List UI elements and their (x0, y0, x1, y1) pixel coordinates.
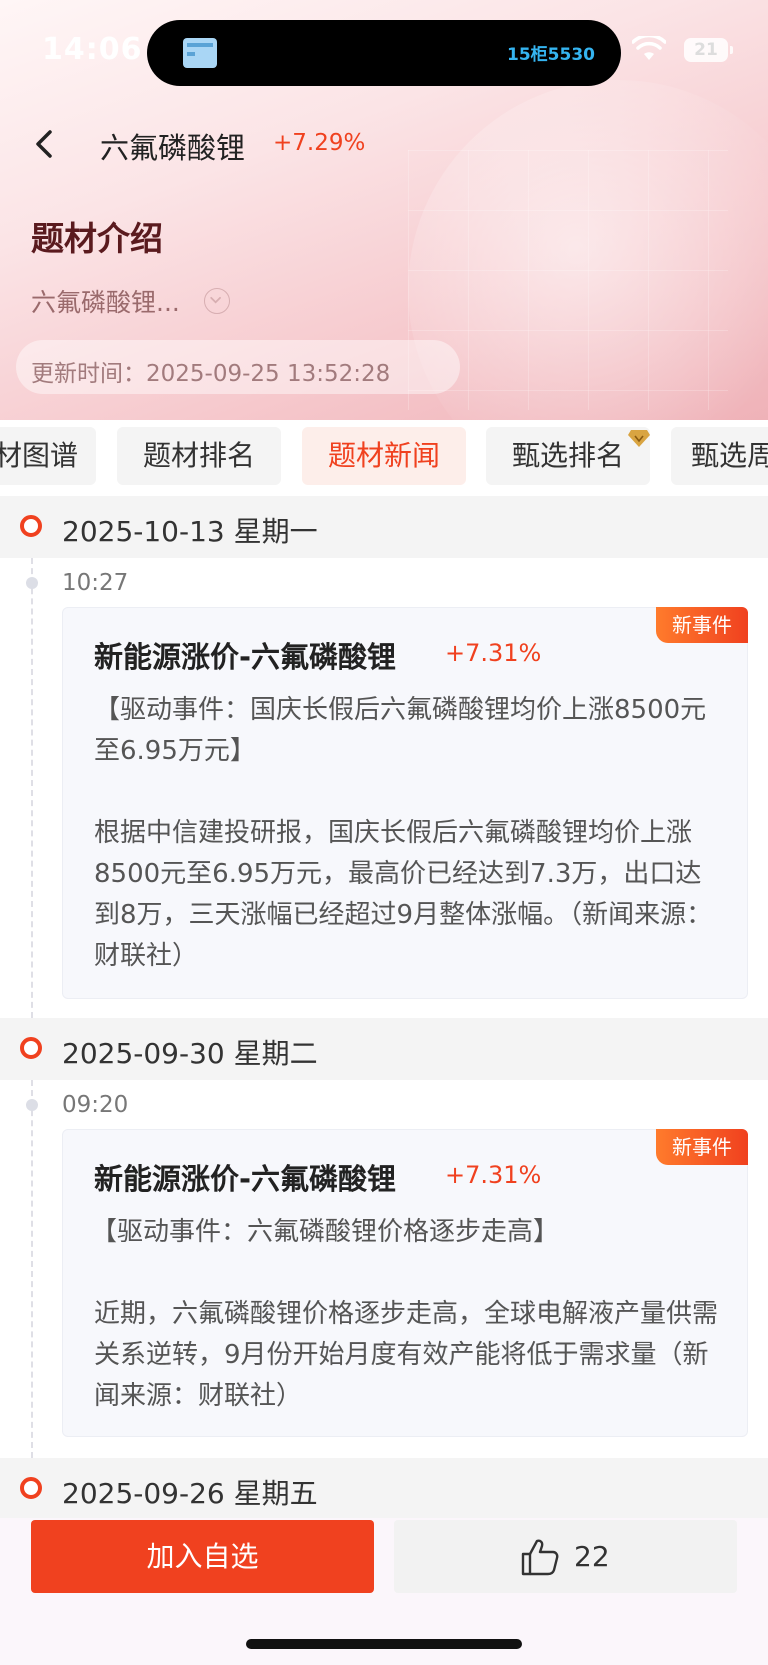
add-to-watchlist-button[interactable]: 加入自选 (31, 1520, 374, 1593)
tab-bar: 题材图谱 题材排名 题材新闻 甄选排名 甄选周 (0, 420, 768, 502)
date-header: 2025-09-30 星期二 (0, 1018, 768, 1080)
news-content: 近期，六氟磷酸锂价格逐步走高，全球电解液产量供需关系逆转，9月份开始月度有效产能… (94, 1299, 719, 1411)
new-event-badge: 新事件 (656, 1129, 748, 1165)
section-title: 题材介绍 (31, 219, 163, 258)
battery-icon: 21 (684, 38, 733, 62)
intro-summary[interactable]: 六氟磷酸锂... (31, 283, 180, 319)
chevron-down-icon[interactable] (204, 288, 230, 314)
vip-diamond-icon (628, 430, 650, 447)
news-change-percent: +7.31% (445, 1161, 542, 1189)
thumbs-up-icon (521, 1539, 559, 1576)
date-label: 2025-09-26 星期五 (62, 1477, 318, 1510)
news-title: 新能源涨价-六氟磷酸锂 (94, 640, 397, 674)
like-button[interactable]: 22 (394, 1520, 737, 1593)
news-time: 09:20 (62, 1092, 129, 1118)
news-card[interactable]: 新事件 新能源涨价-六氟磷酸锂 +7.31% 【驱动事件：六氟磷酸锂价格逐步走高… (62, 1129, 748, 1437)
dynamic-island[interactable]: 15柜5530 (147, 20, 621, 86)
news-title: 新能源涨价-六氟磷酸锂 (94, 1162, 397, 1196)
battery-level: 21 (694, 40, 718, 60)
tab-theme-rank[interactable]: 题材排名 (117, 427, 281, 485)
title-change-percent: +7.29% (273, 130, 366, 156)
date-dot (20, 515, 42, 537)
news-event: 【驱动事件：国庆长假后六氟磷酸锂均价上涨8500元至6.95万元】 (94, 695, 707, 766)
news-change-percent: +7.31% (445, 639, 542, 667)
timeline-line (31, 1080, 33, 1458)
time-dot (26, 1099, 38, 1111)
app-icon (183, 38, 217, 68)
news-time: 10:27 (62, 570, 129, 596)
time-dot (26, 577, 38, 589)
tab-select-rank[interactable]: 甄选排名 (486, 427, 650, 485)
island-text: 15柜5530 (507, 45, 595, 65)
tab-theme-map[interactable]: 题材图谱 (0, 427, 96, 485)
like-count: 22 (574, 1540, 610, 1573)
wifi-icon (632, 36, 666, 60)
home-indicator (246, 1639, 522, 1649)
news-content: 根据中信建投研报，国庆长假后六氟磷酸锂均价上涨8500元至6.95万元，最高价已… (94, 818, 713, 971)
date-label: 2025-09-30 星期二 (62, 1037, 318, 1070)
status-time: 14:06 (42, 32, 143, 67)
date-label: 2025-10-13 星期一 (62, 515, 318, 548)
timeline-line (31, 558, 33, 1018)
new-event-badge: 新事件 (656, 607, 748, 643)
back-button[interactable] (28, 124, 62, 164)
date-header: 2025-10-13 星期一 (0, 496, 768, 558)
news-event: 【驱动事件：六氟磷酸锂价格逐步走高】 (91, 1217, 560, 1247)
date-header: 2025-09-26 星期五 (0, 1458, 768, 1520)
date-dot (20, 1477, 42, 1499)
tab-theme-news[interactable]: 题材新闻 (302, 427, 466, 485)
tab-select-week[interactable]: 甄选周 (671, 427, 768, 485)
update-time: 更新时间：2025-09-25 13:52:28 (31, 361, 391, 387)
page-title: 六氟磷酸锂 (100, 131, 246, 165)
date-dot (20, 1037, 42, 1059)
news-card[interactable]: 新事件 新能源涨价-六氟磷酸锂 +7.31% 【驱动事件：国庆长假后六氟磷酸锂均… (62, 607, 748, 999)
